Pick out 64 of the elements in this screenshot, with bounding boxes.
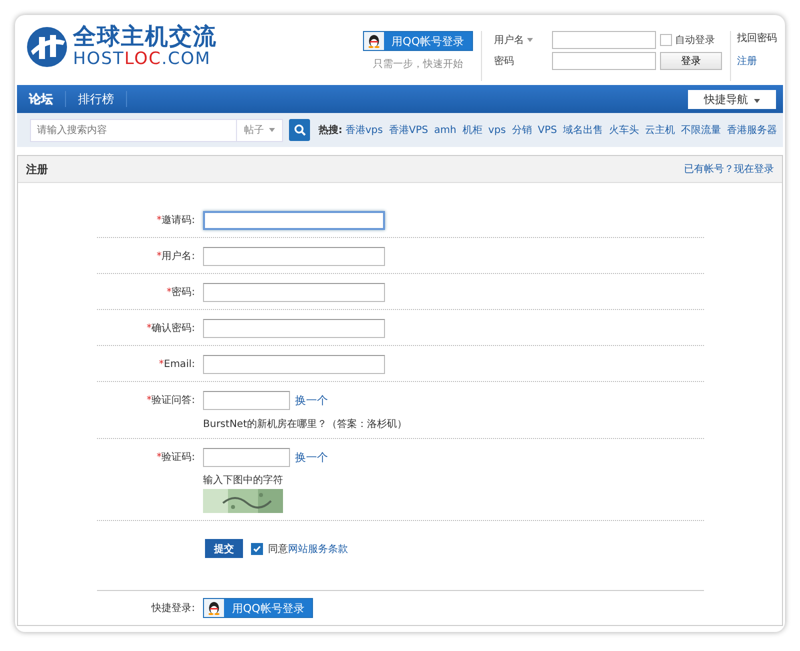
captcha-hint: 输入下图中的字符 — [203, 474, 284, 487]
header-link[interactable]: 找回密码 — [737, 31, 777, 45]
auto-login-checkbox[interactable]: 自动登录 — [660, 33, 722, 47]
hot-search-link[interactable]: 机柜 — [462, 123, 482, 137]
input-field[interactable] — [203, 211, 385, 230]
search-button[interactable] — [289, 119, 310, 141]
logo-title: 全球主机交流 — [73, 26, 217, 49]
quick-nav-button[interactable]: 快捷导航 — [688, 90, 776, 108]
hot-search-link[interactable]: 不限流量 — [681, 123, 721, 137]
field-label: *验证码: — [156, 451, 195, 465]
field-label: *Email: — [158, 358, 195, 372]
terms-link[interactable]: 网站服务条款 — [288, 544, 348, 554]
quick-login-label: 快捷登录: — [150, 602, 195, 616]
input-field[interactable] — [203, 355, 385, 374]
refresh-link[interactable]: 换一个 — [295, 450, 328, 465]
hot-search-link[interactable]: 域名出售 — [563, 123, 603, 137]
login-button[interactable]: 登录 — [660, 52, 722, 70]
search-field[interactable]: 请输入搜索内容 — [30, 118, 238, 142]
field-label: *验证问答: — [146, 394, 195, 408]
qq-login-button[interactable]: 用QQ帐号登录 — [362, 31, 473, 51]
agree-text: 同意网站服务条款 — [268, 542, 348, 556]
hot-search-link[interactable]: amh — [434, 124, 456, 136]
input-field[interactable] — [203, 319, 385, 338]
qq-login-hint: 只需一步，快速开始 — [372, 58, 463, 71]
hot-search-link[interactable]: vps — [488, 124, 506, 136]
submit-button[interactable]: 提交 — [205, 539, 243, 558]
hot-search-link[interactable]: 火车头 — [609, 123, 639, 137]
penguin-icon — [208, 601, 220, 615]
username-field[interactable] — [552, 31, 656, 49]
hot-search-link[interactable]: 香港vps — [345, 123, 383, 137]
hot-search-link[interactable]: 云主机 — [645, 123, 675, 137]
input-field[interactable] — [203, 283, 385, 302]
agree-checkbox[interactable] — [251, 542, 263, 554]
logo-icon — [25, 25, 69, 69]
hot-search-link[interactable]: 香港服务器 — [727, 123, 777, 137]
caret-icon — [754, 98, 760, 102]
password-field[interactable] — [552, 52, 656, 70]
login-link[interactable]: 已有帐号？现在登录 — [684, 162, 774, 176]
field-label: *密码: — [166, 286, 195, 300]
qq-login-button[interactable]: 用QQ帐号登录 — [203, 598, 314, 618]
username-label[interactable]: 用户名 — [494, 33, 524, 47]
input-field[interactable] — [203, 391, 290, 410]
question-text: BurstNet的新机房在哪里？（答案：洛杉矶） — [203, 418, 407, 431]
nav-tab[interactable]: 论坛 — [17, 91, 66, 107]
header-link[interactable]: 注册 — [737, 54, 777, 68]
input-field[interactable] — [203, 247, 385, 266]
caret-icon — [269, 128, 276, 132]
search-type-select[interactable]: 帖子 — [237, 118, 284, 142]
password-label: 密码 — [494, 54, 515, 68]
penguin-icon — [368, 34, 380, 48]
hot-search-label: 热搜: — [318, 124, 342, 137]
input-field[interactable] — [203, 448, 290, 467]
field-label: *用户名: — [156, 250, 195, 264]
hot-search-link[interactable]: 分销 — [512, 123, 532, 137]
panel-title: 注册 — [26, 162, 48, 176]
hot-search-link[interactable]: VPS — [538, 124, 557, 136]
field-label: *确认密码: — [146, 322, 195, 336]
search-icon — [294, 124, 306, 136]
caret-icon[interactable] — [527, 38, 533, 42]
logo-domain: HOSTLOC.COM — [73, 51, 212, 68]
nav-tab[interactable]: 排行榜 — [66, 91, 127, 107]
refresh-link[interactable]: 换一个 — [295, 393, 328, 408]
hot-search-link[interactable]: 香港VPS — [388, 123, 428, 137]
field-label: *邀请码: — [156, 214, 195, 228]
